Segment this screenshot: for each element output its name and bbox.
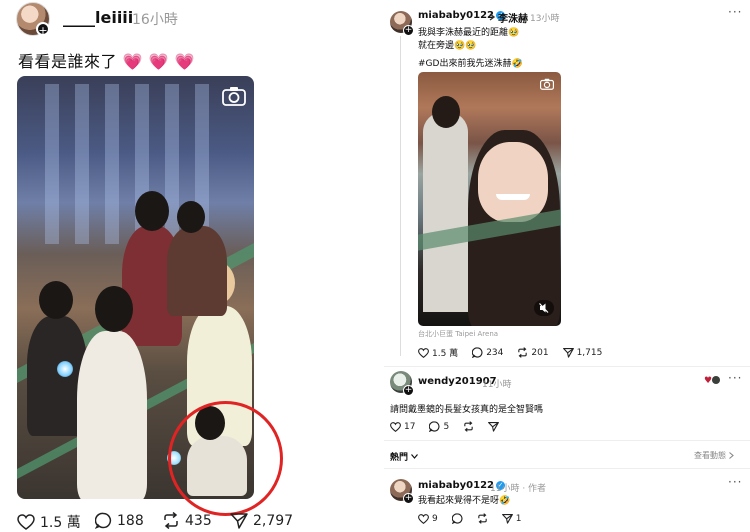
post-time: 16小時 <box>132 12 178 28</box>
post-hashtag-line[interactable]: #GD出來前我先迷洙赫🤣 <box>418 56 523 69</box>
divider <box>384 468 750 469</box>
share-button[interactable]: 2,797 <box>230 512 293 529</box>
follow-plus-icon[interactable]: + <box>403 493 414 504</box>
heart-emoji: 💗 💗 💗 <box>122 52 196 71</box>
right-thread: + miababy0122 ✓ 李洙赫 13小時 ··· 我與李洙赫最近的距離🥹 … <box>376 0 750 532</box>
view-activity-label: 查看動態 <box>694 451 726 460</box>
mention-user[interactable]: 李洙赫 <box>498 10 528 25</box>
heart-icon <box>390 421 401 432</box>
repost-icon <box>164 512 178 529</box>
highlight-circle <box>168 401 283 516</box>
post-caption: 看看是誰來了 💗 💗 💗 <box>18 48 195 72</box>
comment-button[interactable] <box>451 513 463 524</box>
heart-icon <box>418 347 429 358</box>
more-options-icon[interactable]: ··· <box>728 475 742 489</box>
follow-plus-icon[interactable]: + <box>403 25 414 36</box>
view-activity-link[interactable]: 查看動態 <box>694 450 734 461</box>
comment-count: 188 <box>117 512 144 529</box>
reply-actions: 17 5 <box>390 421 513 432</box>
repost-button[interactable] <box>463 421 474 432</box>
send-icon <box>562 347 574 358</box>
left-post: + ____leiiii 16小時 看看是誰來了 💗 💗 💗 1.5 萬 188… <box>0 0 376 532</box>
comment-icon <box>95 512 112 529</box>
follow-plus-icon[interactable]: + <box>403 385 414 396</box>
heart-icon <box>17 514 35 530</box>
camera-icon[interactable] <box>222 86 246 106</box>
repost-count: 435 <box>185 512 212 529</box>
share-button[interactable]: 1 <box>501 513 522 524</box>
send-icon <box>501 513 513 524</box>
repost-button[interactable]: 201 <box>517 347 549 358</box>
share-button[interactable] <box>488 421 500 432</box>
reply-text: 我看起來覺得不是呀🤣 <box>418 496 511 506</box>
comment-button[interactable]: 234 <box>472 347 503 358</box>
post-actions: 1.5 萬 234 201 1,715 <box>418 346 616 359</box>
comment-button[interactable]: 5 <box>429 421 449 432</box>
more-options-icon[interactable]: ··· <box>728 5 742 19</box>
like-count: 9 <box>432 513 438 524</box>
post-username[interactable]: ____leiiii <box>63 8 133 27</box>
comment-count: 234 <box>486 347 504 358</box>
sort-label: 熱門 <box>390 453 409 463</box>
follow-plus-icon[interactable]: + <box>36 22 50 37</box>
comment-icon <box>451 513 463 524</box>
repost-button[interactable]: 435 <box>162 512 212 529</box>
comment-icon <box>472 347 483 358</box>
like-button[interactable]: 9 <box>418 514 438 524</box>
post-time: 13小時 <box>530 14 560 24</box>
repost-icon <box>478 513 487 524</box>
comment-button[interactable]: 188 <box>95 512 144 529</box>
like-count: 17 <box>404 421 416 432</box>
repost-count: 201 <box>531 347 549 358</box>
repost-icon <box>518 347 528 358</box>
divider <box>384 440 750 441</box>
chevron-right-icon <box>489 13 495 21</box>
like-button[interactable]: 1.5 萬 <box>418 346 458 359</box>
mute-button[interactable] <box>534 300 554 316</box>
caption-text: 看看是誰來了 <box>18 52 118 71</box>
share-count: 1 <box>515 513 522 524</box>
location-tag[interactable]: 台北小巨蛋 Taipei Arena <box>418 329 498 339</box>
repost-icon <box>464 421 473 432</box>
speaker-muted-icon <box>539 303 549 313</box>
thread-connector <box>400 36 401 356</box>
sort-popular-dropdown[interactable]: 熱門 <box>390 450 418 463</box>
share-count: 1,715 <box>576 347 603 358</box>
share-count: 2,797 <box>253 512 294 529</box>
reply-actions: 9 1 <box>418 513 535 524</box>
heart-icon <box>418 513 429 524</box>
reply-text: 請問戴墨鏡的長髮女孩真的是全智賢嗎 <box>390 405 544 415</box>
post-text-line: 我與李洙赫最近的距離🥹 <box>418 28 520 38</box>
like-button[interactable]: 17 <box>390 422 415 432</box>
share-button[interactable]: 1,715 <box>562 347 603 358</box>
post-actions: 1.5 萬 188 435 2,797 <box>17 512 377 532</box>
post-video[interactable] <box>418 72 561 326</box>
like-count: 1.5 萬 <box>40 515 81 531</box>
chevron-right-icon <box>729 452 734 459</box>
send-icon <box>488 421 500 432</box>
like-count: 1.5 萬 <box>432 349 459 359</box>
divider <box>384 366 750 367</box>
comment-icon <box>429 421 440 432</box>
send-icon <box>230 513 248 529</box>
comment-count: 5 <box>443 421 450 432</box>
more-options-icon[interactable]: ··· <box>728 371 742 385</box>
camera-icon[interactable] <box>540 78 554 90</box>
chevron-down-icon <box>411 454 418 459</box>
author-label: 作者 <box>528 484 547 494</box>
like-button[interactable]: 1.5 萬 <box>17 512 81 532</box>
reply-time: 11小時 <box>482 380 512 390</box>
post-text-line: 就在旁邊🥹🥹 <box>418 41 477 51</box>
hearts-reaction-icon: ♥ <box>704 376 721 386</box>
repost-button[interactable] <box>477 513 488 524</box>
